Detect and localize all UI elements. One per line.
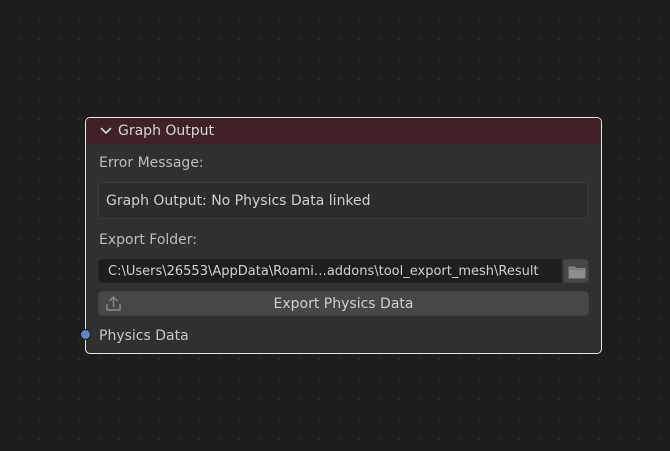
- physics-data-socket-label: Physics Data: [99, 328, 189, 344]
- browse-folder-button[interactable]: [563, 259, 589, 283]
- error-message-box: Graph Output: No Physics Data linked: [98, 182, 588, 219]
- export-button-label: Export Physics Data: [273, 296, 414, 312]
- node-header[interactable]: Graph Output: [86, 118, 601, 144]
- physics-data-socket[interactable]: [80, 329, 91, 340]
- export-folder-label: Export Folder:: [99, 232, 198, 248]
- node-title: Graph Output: [118, 123, 215, 139]
- export-physics-data-button[interactable]: Export Physics Data: [98, 291, 589, 316]
- error-message-text: Graph Output: No Physics Data linked: [106, 193, 371, 209]
- folder-icon: [568, 266, 586, 279]
- graph-output-node[interactable]: Graph Output Error Message: Graph Output…: [80, 117, 602, 354]
- export-folder-path: C:\Users\26553\AppData\Roami…addons\tool…: [108, 264, 539, 279]
- chevron-down-icon[interactable]: [100, 125, 112, 137]
- export-folder-field[interactable]: C:\Users\26553\AppData\Roami…addons\tool…: [98, 259, 562, 283]
- error-message-label: Error Message:: [99, 155, 204, 171]
